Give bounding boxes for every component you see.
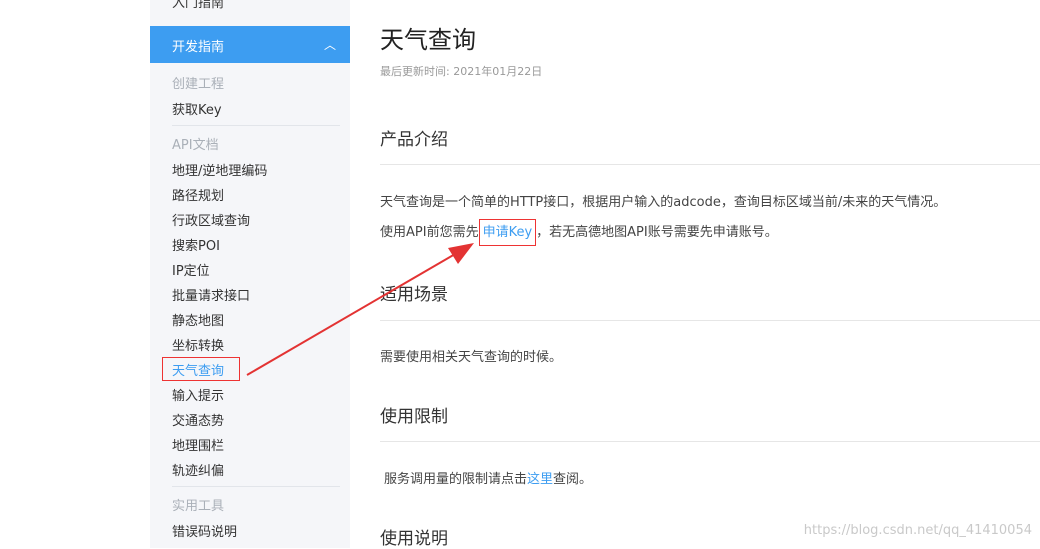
sidebar-item-traffic[interactable]: 交通态势 — [172, 410, 224, 429]
divider — [172, 125, 340, 126]
watermark: https://blog.csdn.net/qq_41410054 — [803, 523, 1032, 538]
section-title: 适用场景 — [380, 285, 448, 305]
divider — [172, 486, 340, 487]
apply-key-link[interactable]: 申请Key — [483, 225, 533, 240]
sidebar-group-title: 实用工具 — [172, 499, 225, 514]
annotation-box: 申请Key — [478, 219, 537, 246]
sidebar-item-poi[interactable]: 搜索POI — [172, 235, 220, 254]
sidebar-item-track[interactable]: 轨迹纠偏 — [172, 460, 224, 479]
chevron-up-icon: ︿ — [323, 38, 336, 52]
sidebar-item-coord[interactable]: 坐标转换 — [172, 335, 224, 354]
sidebar-item-batch[interactable]: 批量请求接口 — [172, 285, 250, 304]
intro-suffix: ，若无高德地图API账号需要先申请账号。 — [536, 225, 778, 240]
sidebar-item-error-codes[interactable]: 错误码说明 — [172, 521, 237, 540]
sidebar-item-route[interactable]: 路径规划 — [172, 185, 224, 204]
sidebar-item-geofence[interactable]: 地理围栏 — [172, 435, 224, 454]
sidebar-item-geocode[interactable]: 地理/逆地理编码 — [172, 160, 267, 179]
sidebar-item-district[interactable]: 行政区域查询 — [172, 210, 250, 229]
sidebar-item-weather[interactable]: 天气查询 — [172, 360, 224, 379]
sidebar-group-title: 创建工程 — [172, 77, 225, 92]
sidebar-section-label: 开发指南 — [172, 40, 225, 55]
limit-prefix: 服务调用量的限制请点击 — [384, 472, 528, 487]
intro-key-line: 使用API前您需先 申请Key ，若无高德地图API账号需要先申请账号。 — [380, 219, 778, 246]
sidebar: 入门指南 开发指南 ︿ 创建工程 获取Key API文档 地理/逆地理编码 路径… — [150, 0, 350, 548]
last-updated: 最后更新时间: 2021年01月22日 — [380, 65, 543, 78]
sidebar-section-dev-guide[interactable]: 开发指南 ︿ — [150, 26, 350, 63]
limit-text: 服务调用量的限制请点击这里查阅。 — [384, 468, 592, 487]
sidebar-group-title: API文档 — [172, 138, 219, 153]
here-link[interactable]: 这里 — [527, 472, 553, 487]
sidebar-item-getting-started[interactable]: 入门指南 — [172, 0, 224, 11]
section-title: 使用说明 — [380, 529, 448, 549]
scene-text: 需要使用相关天气查询的时候。 — [380, 350, 563, 365]
divider — [380, 320, 1040, 321]
divider — [380, 164, 1040, 165]
sidebar-item-static-map[interactable]: 静态地图 — [172, 310, 224, 329]
section-title: 产品介绍 — [380, 130, 448, 150]
page-title: 天气查询 — [380, 26, 476, 54]
sidebar-item-ip[interactable]: IP定位 — [172, 260, 210, 279]
intro-prefix: 使用API前您需先 — [380, 225, 479, 240]
section-title: 使用限制 — [380, 407, 448, 427]
sidebar-item-get-key[interactable]: 获取Key — [172, 99, 222, 118]
sidebar-item-input-tips[interactable]: 输入提示 — [172, 385, 224, 404]
limit-suffix: 查阅。 — [553, 472, 593, 487]
intro-text: 天气查询是一个简单的HTTP接口，根据用户输入的adcode，查询目标区域当前/… — [380, 195, 947, 210]
divider — [380, 441, 1040, 442]
